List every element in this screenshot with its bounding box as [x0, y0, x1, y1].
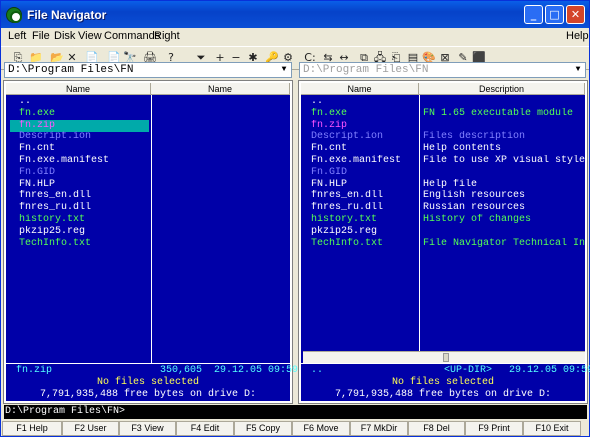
left-file-item[interactable]: history.txt: [10, 214, 149, 226]
right-selected-info: No files selected: [391, 377, 495, 388]
horizontal-scrollbar[interactable]: [303, 351, 585, 363]
right-file-item[interactable]: ..: [311, 96, 417, 108]
title-bar[interactable]: File Navigator _ □ ✕: [1, 1, 589, 28]
left-path-field[interactable]: D:\Program Files\FN ▼: [4, 62, 292, 78]
left-file-item[interactable]: fnres_en.dll: [10, 190, 149, 202]
right-file-item[interactable]: Fn.exe.manifest: [311, 155, 417, 167]
left-file-item[interactable]: Descript.ion: [10, 131, 149, 143]
right-file-description: Help contents: [423, 143, 502, 155]
command-line[interactable]: D:\Program Files\FN>: [4, 405, 587, 419]
chevron-down-icon[interactable]: ▼: [572, 63, 584, 77]
left-path: D:\Program Files\FN: [8, 64, 134, 76]
right-header-name[interactable]: Name: [301, 83, 419, 95]
column-divider: [419, 95, 420, 363]
right-file-description: Files description: [423, 131, 526, 143]
chevron-down-icon[interactable]: ▼: [278, 63, 290, 77]
fkey-9-button[interactable]: F9 Print: [465, 421, 523, 436]
left-file-item[interactable]: fn.exe: [10, 108, 149, 120]
right-file-description: File Navigator Technical Info: [423, 237, 585, 249]
fkey-6-button[interactable]: F6 Move: [292, 421, 350, 436]
right-file-item[interactable]: FN.HLP: [311, 179, 417, 191]
right-file-description: Russian resources: [423, 202, 526, 214]
left-free-space: 7,791,935,488 free bytes on drive D:: [39, 389, 257, 400]
app-window: File Navigator _ □ ✕ Left File Disk View…: [0, 0, 590, 437]
right-file-item[interactable]: fn.exe: [311, 108, 417, 120]
right-file-item[interactable]: Fn.GID: [311, 167, 417, 179]
right-file-item[interactable]: TechInfo.txt: [311, 238, 417, 250]
right-file-description: [423, 167, 585, 179]
right-file-item[interactable]: Descript.ion: [311, 131, 417, 143]
right-file-description: FN 1.65 executable module: [423, 107, 574, 119]
right-file-item[interactable]: fn.zip: [311, 120, 417, 132]
left-file-item[interactable]: fnres_ru.dll: [10, 202, 149, 214]
fkey-7-button[interactable]: F7 MkDir: [350, 421, 408, 436]
left-header-name-2[interactable]: Name: [151, 83, 290, 95]
right-header-description[interactable]: Description: [419, 83, 585, 95]
menu-view[interactable]: View: [78, 28, 102, 45]
fkey-4-button[interactable]: F4 Edit: [176, 421, 234, 436]
right-free-space: 7,791,935,488 free bytes on drive D:: [334, 389, 552, 400]
function-key-bar: F1 Help F2 User F3 View F4 Edit F5 Copy F6 Mo…: [2, 421, 588, 436]
right-status-size: <UP-DIR>: [444, 365, 493, 376]
left-status-name: fn.zip: [16, 365, 53, 376]
right-file-item[interactable]: fnres_en.dll: [311, 190, 417, 202]
menu-bar: Left File Disk View Commands Right Help: [1, 28, 589, 45]
right-file-description: [423, 226, 585, 238]
panel-divider: [6, 363, 290, 364]
right-file-item[interactable]: fnres_ru.dll: [311, 202, 417, 214]
left-selected-info: No files selected: [96, 377, 200, 388]
menu-file[interactable]: File: [32, 28, 50, 45]
menu-commands[interactable]: Commands: [104, 28, 160, 45]
scroll-thumb[interactable]: [443, 353, 449, 362]
left-file-item[interactable]: pkzip25.reg: [10, 226, 149, 238]
fkey-3-button[interactable]: F3 View: [119, 421, 176, 436]
fkey-8-button[interactable]: F8 Del: [408, 421, 465, 436]
app-icon[interactable]: [6, 6, 22, 23]
left-file-item[interactable]: ..: [10, 96, 149, 108]
window-title: File Navigator: [27, 7, 107, 22]
minimize-button[interactable]: _: [524, 5, 543, 24]
left-header-name-1[interactable]: Name: [6, 83, 151, 95]
fkey-10-button[interactable]: F10 Exit: [523, 421, 581, 436]
panel-divider: [301, 363, 585, 364]
left-status-size: 350,605: [160, 365, 203, 376]
right-file-description: English resources: [423, 190, 526, 202]
fkey-2-button[interactable]: F2 User: [62, 421, 119, 436]
menu-right[interactable]: Right: [154, 28, 180, 45]
close-button[interactable]: ✕: [566, 5, 585, 24]
menu-left[interactable]: Left: [8, 28, 26, 45]
right-status-name: ..: [311, 365, 324, 376]
fkey-5-button[interactable]: F5 Copy: [234, 421, 292, 436]
fkey-1-button[interactable]: F1 Help: [2, 421, 62, 436]
left-file-item[interactable]: FN.HLP: [10, 179, 149, 191]
right-file-item[interactable]: Fn.cnt: [311, 143, 417, 155]
left-file-item[interactable]: TechInfo.txt: [10, 238, 149, 250]
left-file-item[interactable]: Fn.GID: [10, 167, 149, 179]
left-file-item[interactable]: fn.zip: [10, 119, 149, 132]
menu-disk[interactable]: Disk: [54, 28, 75, 45]
right-file-description: Help file: [423, 178, 478, 190]
maximize-button[interactable]: □: [545, 5, 564, 24]
right-file-item[interactable]: pkzip25.reg: [311, 226, 417, 238]
menu-help[interactable]: Help: [566, 28, 589, 45]
right-status-date: 29.12.05 09:59: [509, 365, 590, 376]
right-file-description: [423, 96, 585, 108]
right-file-description: History of changes: [423, 214, 532, 225]
left-file-item[interactable]: Fn.exe.manifest: [10, 155, 149, 167]
right-file-description: File to use XP visual styles: [423, 155, 585, 166]
column-divider: [151, 95, 152, 363]
right-file-description: [423, 120, 585, 132]
right-path-field[interactable]: D:\Program Files\FN ▼: [299, 62, 586, 78]
left-file-item[interactable]: Fn.cnt: [10, 143, 149, 155]
left-panel[interactable]: Name Name .. fn.exe fn.zip Descript.ion Fn.c…: [3, 80, 298, 404]
left-status-date: 29.12.05 09:59: [214, 365, 299, 376]
right-file-item[interactable]: history.txt: [311, 214, 417, 226]
right-path: D:\Program Files\FN: [303, 64, 429, 76]
